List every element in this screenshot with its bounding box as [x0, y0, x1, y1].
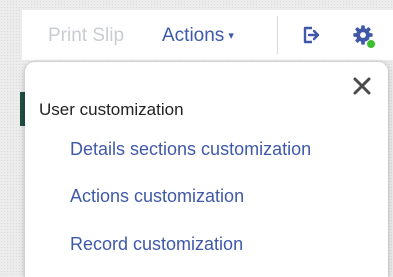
print-slip-button[interactable]: Print Slip — [48, 25, 124, 47]
top-toolbar: Print Slip Actions ▾ — [22, 10, 393, 60]
details-sections-customization-link[interactable]: Details sections customization — [70, 139, 311, 160]
toolbar-divider — [277, 16, 278, 54]
actions-dropdown[interactable]: Actions ▾ — [162, 25, 234, 47]
sign-out-icon[interactable] — [301, 25, 321, 45]
close-icon[interactable] — [352, 76, 372, 96]
actions-label: Actions — [162, 25, 225, 46]
status-indicator — [366, 39, 376, 49]
user-customization-popover: User customization Details sections cust… — [25, 62, 388, 277]
record-customization-link[interactable]: Record customization — [70, 234, 243, 255]
section-title: User customization — [39, 100, 184, 119]
actions-customization-link[interactable]: Actions customization — [70, 186, 244, 207]
caret-down-icon: ▾ — [228, 30, 234, 42]
